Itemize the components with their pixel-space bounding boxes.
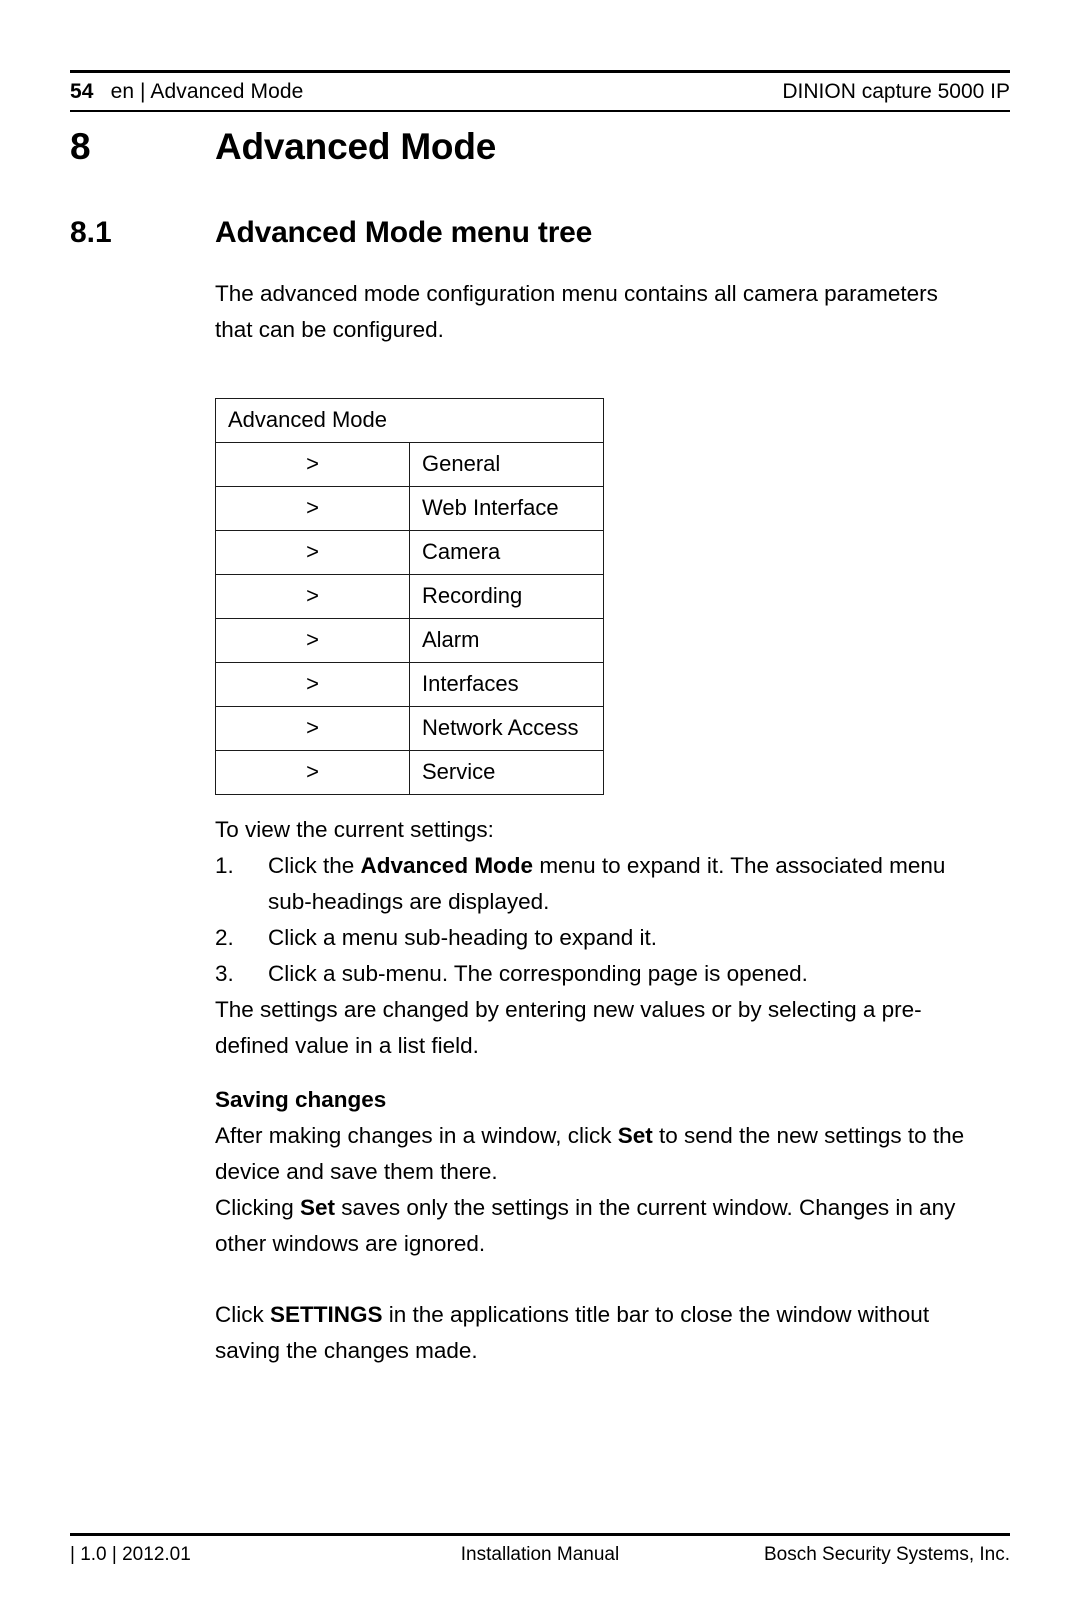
manual-page: 54 en | Advanced Mode DINION capture 500…	[0, 0, 1080, 1618]
page-header: 54 en | Advanced Mode DINION capture 500…	[70, 70, 1010, 112]
closing-bold: SETTINGS	[270, 1302, 383, 1327]
arrow-icon: >	[215, 706, 410, 751]
menu-tree-root-label: Advanced Mode	[215, 398, 604, 443]
header-left-group: 54 en | Advanced Mode	[70, 80, 303, 104]
chapter-title: Advanced Mode	[215, 126, 497, 167]
list-item-marker: 1.	[215, 853, 234, 878]
menu-tree-item-label: Web Interface	[409, 486, 604, 531]
saving-p1-before: After making changes in a window, click	[215, 1123, 618, 1148]
footer-version: | 1.0 | 2012.01	[70, 1543, 191, 1565]
steps-list: 1. Click the Advanced Mode menu to expand…	[215, 848, 960, 992]
list-item-marker: 3.	[215, 961, 234, 986]
saving-paragraph-2: Clicking Set saves only the settings in …	[215, 1190, 975, 1262]
table-row: > Interfaces	[215, 662, 604, 707]
table-row: > Web Interface	[215, 486, 604, 531]
list-item-text-before: Click the	[268, 853, 361, 878]
arrow-icon: >	[215, 662, 410, 707]
arrow-icon: >	[215, 574, 410, 619]
after-steps-paragraph: The settings are changed by entering new…	[215, 997, 922, 1058]
list-item-text-before: Click a sub-menu. The corresponding page…	[268, 961, 808, 986]
list-item-marker: 2.	[215, 925, 234, 950]
table-row: > Network Access	[215, 706, 604, 751]
arrow-icon: >	[215, 530, 410, 575]
arrow-icon: >	[215, 486, 410, 531]
section-number: 8.1	[70, 216, 112, 249]
list-item: 1. Click the Advanced Mode menu to expand…	[215, 848, 960, 920]
closing-block: Click SETTINGS in the applications title…	[215, 1297, 975, 1369]
menu-tree-item-label: Alarm	[409, 618, 604, 663]
table-row: > Camera	[215, 530, 604, 575]
arrow-icon: >	[215, 442, 410, 487]
menu-tree-item-label: General	[409, 442, 604, 487]
after-steps-block: The settings are changed by entering new…	[215, 992, 960, 1064]
closing-before: Click	[215, 1302, 270, 1327]
list-item: 2. Click a menu sub-heading to expand it.	[215, 920, 960, 956]
section-title: Advanced Mode menu tree	[215, 216, 593, 249]
saving-p1-bold: Set	[617, 1123, 653, 1148]
table-row: > General	[215, 442, 604, 487]
intro-paragraph: The advanced mode configuration menu con…	[215, 281, 938, 342]
chapter-number: 8	[70, 126, 91, 167]
section-heading: 8.1 Advanced Mode menu tree	[70, 216, 1010, 250]
intro-paragraph-block: The advanced mode configuration menu con…	[215, 276, 955, 348]
saving-changes-heading: Saving changes	[215, 1087, 387, 1112]
menu-tree-item-label: Recording	[409, 574, 604, 619]
header-breadcrumb: en | Advanced Mode	[110, 79, 304, 103]
saving-paragraph-1: After making changes in a window, click …	[215, 1118, 975, 1190]
arrow-icon: >	[215, 750, 410, 795]
menu-tree-item-label: Camera	[409, 530, 604, 575]
footer-company: Bosch Security Systems, Inc.	[763, 1543, 1010, 1565]
page-number: 54	[70, 79, 94, 103]
menu-tree-item-label: Service	[409, 750, 604, 795]
table-row: > Recording	[215, 574, 604, 619]
saving-p2-before: Clicking	[215, 1195, 301, 1220]
steps-intro: To view the current settings:	[215, 817, 494, 842]
menu-tree-root-row: Advanced Mode	[215, 398, 604, 443]
chapter-heading: 8 Advanced Mode	[70, 126, 1010, 168]
list-item-text-before: Click a menu sub-heading to expand it.	[268, 925, 657, 950]
list-item-text-bold: Advanced Mode	[360, 853, 534, 878]
page-footer: | 1.0 | 2012.01 Installation Manual Bosc…	[70, 1533, 1010, 1573]
menu-tree-item-label: Interfaces	[409, 662, 604, 707]
footer-doc-type: Installation Manual	[460, 1543, 620, 1565]
table-row: > Service	[215, 750, 604, 795]
header-product-name: DINION capture 5000 IP	[782, 79, 1010, 103]
advanced-mode-menu-tree-table: Advanced Mode > General > Web Interface …	[215, 398, 604, 795]
saving-changes-block: After making changes in a window, click …	[215, 1118, 975, 1262]
closing-paragraph: Click SETTINGS in the applications title…	[215, 1297, 975, 1369]
menu-tree-body: Advanced Mode > General > Web Interface …	[215, 398, 604, 795]
menu-tree-item-label: Network Access	[409, 706, 604, 751]
list-item: 3. Click a sub-menu. The corresponding pa…	[215, 956, 960, 992]
table-row: > Alarm	[215, 618, 604, 663]
arrow-icon: >	[215, 618, 410, 663]
saving-p2-bold: Set	[300, 1195, 336, 1220]
